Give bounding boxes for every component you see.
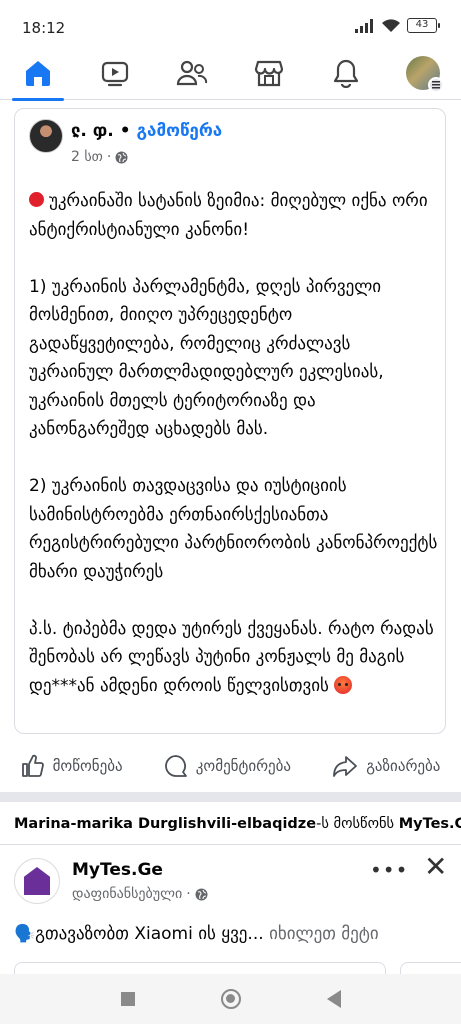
nav-profile-menu[interactable] (393, 46, 453, 100)
status-bar: 18:12 43 (0, 0, 461, 46)
ad-page-name[interactable]: MyTes.Ge (72, 860, 163, 880)
share-button[interactable]: გაზიარება (332, 754, 440, 778)
like-button[interactable]: მოწონება (21, 754, 123, 778)
ad-text: 🗣️გთავაზობთ Xiaomi ის ყვე... იხილეთ მეტი (14, 924, 379, 944)
globe-icon (115, 151, 128, 163)
more-options-icon[interactable]: ••• (370, 858, 408, 882)
profile-avatar (405, 55, 444, 93)
post-paragraph-2: 2) უკრაინის თავდაცვისა და იუსტიციის სამი… (29, 476, 438, 582)
post-paragraph-3: პ.ს. ტიპებმა დედა უტირეს ქვეყანას. რატო … (29, 618, 434, 696)
house-logo-icon (24, 867, 50, 895)
status-icons: 43 (355, 18, 440, 33)
home-button-icon[interactable] (220, 989, 241, 1009)
thumbs-up-icon (21, 754, 44, 777)
marketplace-icon (254, 60, 283, 86)
post-author-name[interactable]: ჺ. ჶ. (71, 121, 114, 141)
share-arrow-icon (333, 756, 358, 777)
bell-icon (333, 59, 358, 88)
red-circle-icon (29, 192, 44, 207)
home-icon (26, 60, 51, 86)
liked-by-page[interactable]: MyTes.Ge (399, 816, 461, 832)
video-icon (102, 61, 129, 86)
comment-label: კომენტირება (195, 757, 292, 775)
sponsored-label[interactable]: დაფინანსებული (72, 886, 182, 902)
menu-icon (427, 76, 444, 93)
share-label: გაზიარება (366, 757, 441, 775)
post-paragraph-1: 1) უკრაინის პარლამენტმა, დღეს პირველი მო… (29, 276, 384, 440)
post-meta: 2 სთ · (71, 149, 128, 165)
nav-home[interactable] (8, 46, 68, 101)
author-avatar[interactable] (29, 119, 63, 153)
nav-notifications[interactable] (316, 46, 376, 100)
globe-icon (195, 888, 208, 900)
nav-marketplace[interactable] (239, 46, 299, 100)
status-time: 18:12 (22, 19, 66, 37)
wifi-icon (382, 19, 400, 32)
ad-meta-dot: · (186, 886, 191, 902)
friends-icon (176, 60, 208, 85)
signal-icon (355, 18, 373, 33)
liked-by-user[interactable]: Marina-marika Durglishvili-elbaqidze (14, 816, 316, 832)
post-headline-paragraph: უკრაინაში სატანის ზეიმია: მიღებულ იქნა ო… (29, 187, 439, 244)
system-navigation-bar (0, 974, 461, 1024)
ad-meta: დაფინანსებული · (72, 886, 208, 902)
nav-friends[interactable] (162, 46, 222, 100)
post-time[interactable]: 2 სთ (71, 149, 103, 165)
liked-by-suffix: -ს მოსწონს (316, 816, 395, 832)
meta-dot: · (106, 149, 112, 165)
post-author-row: ჺ. ჶ. • გამოწერა (71, 121, 222, 141)
ad-page-logo[interactable] (14, 858, 60, 904)
divider (0, 844, 461, 845)
post-headline: უკრაინაში სატანის ზეიმია: მიღებულ იქნა ო… (29, 191, 428, 240)
follow-button[interactable]: გამოწერა (136, 121, 222, 141)
ad-text-body: 🗣️გთავაზობთ Xiaomi ის ყვე... (14, 924, 264, 944)
comment-icon (164, 755, 187, 777)
shared-post-card[interactable]: ჺ. ჶ. • გამოწერა 2 სთ · უკრაინაში სატანი… (14, 108, 446, 734)
angry-face-icon (334, 675, 353, 694)
battery-indicator: 43 (407, 18, 440, 33)
post-paragraph-3-wrap: პ.ს. ტიპებმა დედა უტირეს ქვეყანას. რატო … (29, 615, 439, 701)
nav-watch[interactable] (85, 46, 145, 100)
see-more-link[interactable]: იხილეთ მეტი (269, 924, 379, 944)
close-icon[interactable]: ✕ (424, 850, 447, 883)
liked-by-line: Marina-marika Durglishvili-elbaqidze-ს მ… (14, 816, 461, 832)
name-separator: • (119, 121, 131, 141)
like-label: მოწონება (52, 757, 123, 775)
recents-icon[interactable] (120, 992, 135, 1006)
back-icon[interactable] (326, 990, 341, 1008)
post-body: უკრაინაში სატანის ზეიმია: მიღებულ იქნა ო… (29, 187, 439, 729)
feed-separator (0, 792, 461, 802)
post-actions: მოწონება კომენტირება გაზიარება (0, 740, 461, 792)
top-navigation (0, 46, 461, 101)
comment-button[interactable]: კომენტირება (164, 754, 291, 778)
